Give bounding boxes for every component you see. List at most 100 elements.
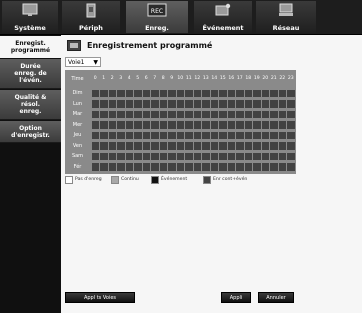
schedule-cell[interactable] (108, 110, 116, 118)
schedule-cell[interactable] (185, 89, 193, 97)
schedule-cell[interactable] (125, 131, 133, 139)
schedule-cell[interactable] (287, 142, 295, 150)
schedule-cell[interactable] (278, 110, 286, 118)
schedule-cell[interactable] (253, 121, 261, 129)
schedule-cell[interactable] (151, 110, 159, 118)
schedule-cell[interactable] (125, 121, 133, 129)
schedule-cell[interactable] (287, 152, 295, 160)
schedule-cell[interactable] (108, 100, 116, 108)
schedule-cell[interactable] (185, 100, 193, 108)
schedule-cell[interactable] (253, 152, 261, 160)
schedule-cell[interactable] (202, 89, 210, 97)
schedule-cell[interactable] (219, 142, 227, 150)
schedule-cell[interactable] (227, 121, 235, 129)
schedule-cell[interactable] (176, 110, 184, 118)
schedule-cell[interactable] (151, 131, 159, 139)
schedule-cell[interactable] (151, 142, 159, 150)
schedule-cell[interactable] (210, 131, 218, 139)
schedule-cell[interactable] (125, 152, 133, 160)
schedule-cell[interactable] (219, 110, 227, 118)
schedule-cell[interactable] (125, 163, 133, 171)
apply-all-channels-button[interactable]: Appl ts Voies (65, 292, 135, 303)
schedule-cell[interactable] (134, 121, 142, 129)
schedule-cell[interactable] (278, 142, 286, 150)
schedule-cell[interactable] (253, 100, 261, 108)
schedule-cell[interactable] (287, 131, 295, 139)
schedule-cell[interactable] (142, 89, 150, 97)
schedule-cell[interactable] (278, 89, 286, 97)
schedule-cell[interactable] (210, 142, 218, 150)
schedule-cell[interactable] (210, 163, 218, 171)
schedule-cell[interactable] (142, 131, 150, 139)
schedule-cell[interactable] (108, 163, 116, 171)
schedule-cell[interactable] (261, 131, 269, 139)
schedule-cell[interactable] (261, 89, 269, 97)
schedule-cell[interactable] (117, 121, 125, 129)
schedule-cell[interactable] (202, 110, 210, 118)
sidebar-item-duree-enreg[interactable]: Durée enreg. de l'évén. (0, 59, 61, 89)
schedule-cell[interactable] (202, 131, 210, 139)
schedule-cell[interactable] (210, 152, 218, 160)
schedule-cell[interactable] (278, 131, 286, 139)
schedule-cell[interactable] (91, 100, 99, 108)
schedule-cell[interactable] (193, 152, 201, 160)
schedule-cell[interactable] (210, 89, 218, 97)
schedule-cell[interactable] (142, 152, 150, 160)
schedule-cell[interactable] (219, 163, 227, 171)
schedule-cell[interactable] (193, 121, 201, 129)
schedule-cell[interactable] (151, 121, 159, 129)
schedule-cell[interactable] (210, 100, 218, 108)
schedule-cell[interactable] (159, 89, 167, 97)
schedule-cell[interactable] (142, 142, 150, 150)
schedule-cell[interactable] (219, 152, 227, 160)
schedule-cell[interactable] (236, 142, 244, 150)
day-row-label[interactable]: Mer (65, 121, 90, 130)
schedule-cell[interactable] (108, 152, 116, 160)
schedule-cell[interactable] (185, 110, 193, 118)
schedule-cell[interactable] (261, 121, 269, 129)
schedule-cell[interactable] (134, 163, 142, 171)
schedule-cell[interactable] (227, 163, 235, 171)
schedule-cell[interactable] (125, 142, 133, 150)
schedule-cell[interactable] (261, 152, 269, 160)
schedule-cell[interactable] (244, 89, 252, 97)
day-row-label[interactable]: Fér (65, 163, 90, 172)
schedule-cell[interactable] (134, 100, 142, 108)
schedule-cell[interactable] (100, 152, 108, 160)
schedule-cell[interactable] (219, 100, 227, 108)
tab-systeme[interactable]: Système (2, 1, 58, 33)
schedule-cell[interactable] (168, 89, 176, 97)
schedule-cell[interactable] (253, 131, 261, 139)
schedule-cell[interactable] (159, 152, 167, 160)
schedule-cell[interactable] (100, 142, 108, 150)
schedule-cell[interactable] (287, 110, 295, 118)
schedule-cell[interactable] (236, 163, 244, 171)
schedule-cell[interactable] (176, 152, 184, 160)
schedule-cell[interactable] (142, 121, 150, 129)
sidebar-item-qualite-resol[interactable]: Qualité & résol. enreg. (0, 90, 61, 120)
schedule-cell[interactable] (91, 110, 99, 118)
schedule-cell[interactable] (253, 89, 261, 97)
schedule-cell[interactable] (244, 100, 252, 108)
schedule-cell[interactable] (168, 131, 176, 139)
schedule-cell[interactable] (236, 131, 244, 139)
schedule-cell[interactable] (125, 100, 133, 108)
schedule-cell[interactable] (134, 89, 142, 97)
schedule-cell[interactable] (108, 142, 116, 150)
schedule-cell[interactable] (202, 100, 210, 108)
schedule-cell[interactable] (91, 121, 99, 129)
schedule-cell[interactable] (244, 110, 252, 118)
schedule-cell[interactable] (227, 89, 235, 97)
schedule-cell[interactable] (278, 152, 286, 160)
schedule-cell[interactable] (151, 89, 159, 97)
schedule-cell[interactable] (117, 131, 125, 139)
schedule-cell[interactable] (168, 100, 176, 108)
schedule-cell[interactable] (193, 131, 201, 139)
schedule-cell[interactable] (219, 89, 227, 97)
schedule-cell[interactable] (202, 152, 210, 160)
schedule-cell[interactable] (193, 89, 201, 97)
schedule-cell[interactable] (91, 152, 99, 160)
schedule-cell[interactable] (108, 89, 116, 97)
schedule-cell[interactable] (168, 121, 176, 129)
schedule-cell[interactable] (100, 100, 108, 108)
